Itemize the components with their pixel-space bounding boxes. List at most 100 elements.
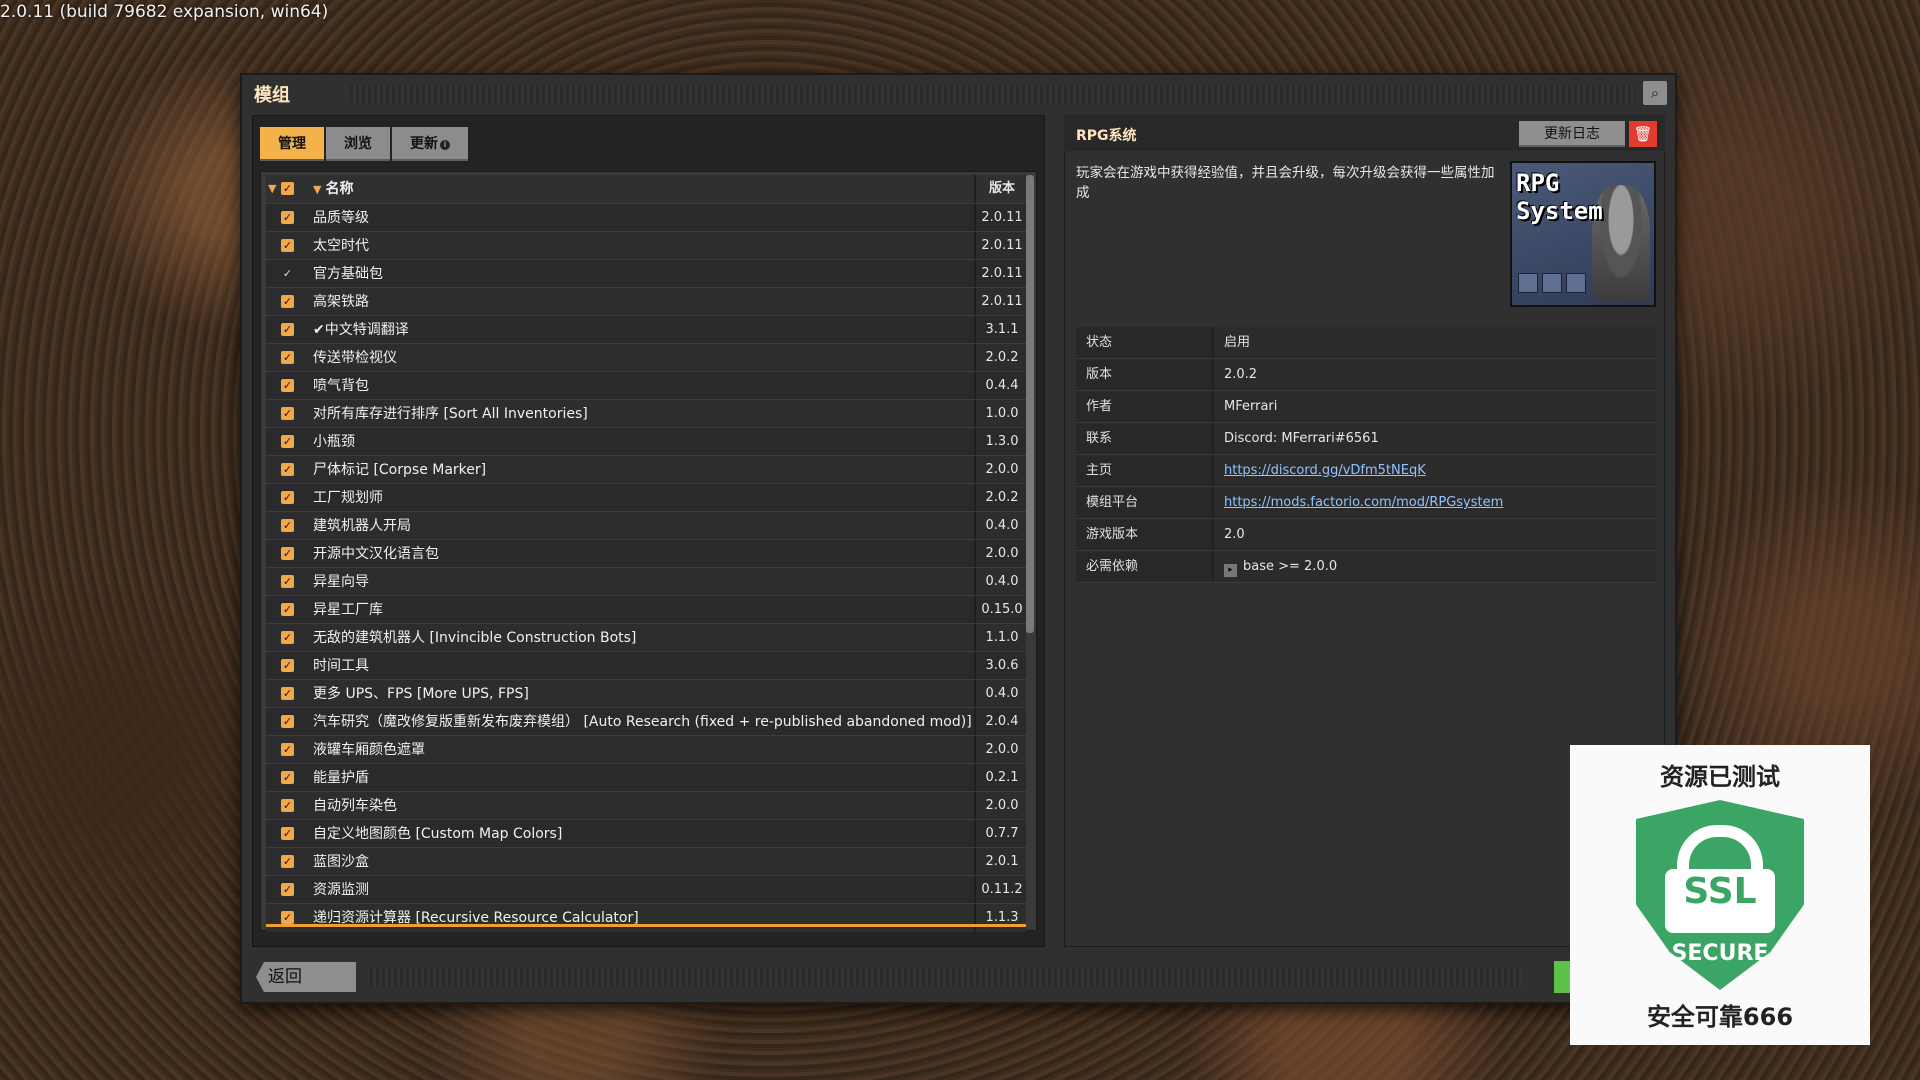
info-link[interactable]: https://mods.factorio.com/mod/RPGsystem bbox=[1224, 495, 1503, 510]
table-row[interactable]: ✓ 更多 UPS、FPS [More UPS, FPS] 0.4.0 bbox=[266, 679, 1026, 708]
list-scrollbar[interactable] bbox=[1026, 175, 1034, 633]
table-row[interactable]: ✓ 自动列车染色 2.0.0 bbox=[266, 791, 1026, 820]
mod-enabled-checkbox[interactable]: ✓ bbox=[281, 351, 294, 364]
table-row[interactable]: ✓ 高架铁路 2.0.11 bbox=[266, 287, 1026, 316]
tab-manage[interactable]: 管理 bbox=[260, 127, 324, 161]
mod-thumbnail: RPG System bbox=[1510, 161, 1656, 307]
changelog-button[interactable]: 更新日志 bbox=[1519, 121, 1625, 147]
table-row[interactable]: ✓ 品质等级 2.0.11 bbox=[266, 203, 1026, 232]
table-row[interactable]: ✓ 能量护盾 0.2.1 bbox=[266, 763, 1026, 792]
tab-browse[interactable]: 浏览 bbox=[326, 127, 390, 161]
info-value: Discord: MFerrari#6561 bbox=[1224, 431, 1379, 446]
trash-icon[interactable]: 🗑 bbox=[1629, 121, 1657, 147]
tab-bar: 管理 浏览 更新 i bbox=[260, 127, 468, 161]
mod-title: RPG系统 bbox=[1076, 128, 1137, 144]
info-key: 必需依赖 bbox=[1076, 551, 1214, 582]
window-title: 模组 bbox=[254, 85, 290, 106]
mod-enabled-checkbox[interactable]: ✓ bbox=[281, 659, 294, 672]
table-row[interactable]: ✓ 尸体标记 [Corpse Marker] 2.0.0 bbox=[266, 455, 1026, 484]
table-row[interactable]: ✓ 喷气背包 0.4.4 bbox=[266, 371, 1026, 400]
mod-version: 1.0.0 bbox=[974, 400, 1028, 428]
info-link[interactable]: https://discord.gg/vDfm5tNEqK bbox=[1224, 463, 1426, 478]
mod-enabled-checkbox[interactable]: ✓ bbox=[281, 435, 294, 448]
mod-enabled-checkbox[interactable]: ✓ bbox=[281, 295, 294, 308]
mod-enabled-checkbox[interactable]: ✓ bbox=[281, 799, 294, 812]
detail-header: RPG系统 更新日志 🗑 bbox=[1064, 115, 1665, 151]
search-icon[interactable]: ⌕ bbox=[1643, 81, 1667, 105]
table-row[interactable]: ✓ 异星工厂库 0.15.0 bbox=[266, 595, 1026, 624]
confirm-button[interactable] bbox=[1554, 961, 1570, 993]
table-row[interactable]: ✓ ✔中文特调翻译 3.1.1 bbox=[266, 315, 1026, 344]
mod-enabled-checkbox[interactable]: ✓ bbox=[281, 715, 294, 728]
table-row[interactable]: ✓ 液罐车厢颜色遮罩 2.0.0 bbox=[266, 735, 1026, 764]
mod-version: 2.0.2 bbox=[974, 484, 1028, 512]
mod-enabled-checkbox[interactable]: ✓ bbox=[281, 827, 294, 840]
table-row[interactable]: ✓ 工厂规划师 2.0.2 bbox=[266, 483, 1026, 512]
mod-name: 自定义地图颜色 [Custom Map Colors] bbox=[313, 826, 563, 842]
table-row[interactable]: ✓ 递归资源计算器 [Recursive Resource Calculator]… bbox=[266, 903, 1026, 932]
table-row[interactable]: ✓ 自定义地图颜色 [Custom Map Colors] 0.7.7 bbox=[266, 819, 1026, 848]
mod-enabled-checkbox[interactable]: ✓ bbox=[281, 491, 294, 504]
mod-enabled-checkbox[interactable]: ✓ bbox=[281, 687, 294, 700]
table-row[interactable]: ✓ 传送带检视仪 2.0.2 bbox=[266, 343, 1026, 372]
mod-enabled-checkbox[interactable]: ✓ bbox=[281, 911, 294, 924]
mod-info-table: 状态 启用 版本 2.0.2 作者 MFerrari 联系 Discord: MFerrari… bbox=[1076, 327, 1656, 583]
tab-updates[interactable]: 更新 i bbox=[392, 127, 468, 161]
table-row[interactable]: ✓ 蓝图沙盒 2.0.1 bbox=[266, 847, 1026, 876]
mod-enabled-checkbox[interactable]: ✓ bbox=[281, 883, 294, 896]
name-column-label: 名称 bbox=[325, 181, 354, 197]
version-column-header[interactable]: 版本 bbox=[974, 175, 1028, 203]
mod-enabled-checkbox[interactable]: ✓ bbox=[281, 603, 294, 616]
mod-name: ✔中文特调翻译 bbox=[313, 322, 409, 338]
mod-name: 小瓶颈 bbox=[313, 434, 355, 450]
collapse-arrow-icon[interactable]: ▼ bbox=[268, 182, 276, 195]
ssl-label: SSL bbox=[1683, 871, 1757, 912]
select-all-checkbox[interactable]: ✓ bbox=[281, 182, 294, 195]
mod-enabled-checkbox[interactable]: ✓ bbox=[281, 463, 294, 476]
mod-enabled-checkbox[interactable]: ✓ bbox=[281, 547, 294, 560]
mod-enabled-checkbox[interactable]: ✓ bbox=[281, 323, 294, 336]
mod-enabled-checkbox[interactable]: ✓ bbox=[281, 239, 294, 252]
secure-label: SECURE bbox=[1671, 941, 1769, 966]
mod-enabled-checkbox[interactable]: ✓ bbox=[281, 743, 294, 756]
mod-version: 2.0.2 bbox=[974, 344, 1028, 372]
mod-enabled-checkbox[interactable]: ✓ bbox=[281, 575, 294, 588]
mod-name: 自动列车染色 bbox=[313, 798, 397, 814]
info-row: 主页 https://discord.gg/vDfm5tNEqK bbox=[1076, 455, 1656, 487]
mod-name: 传送带检视仪 bbox=[313, 350, 397, 366]
info-row: 游戏版本 2.0 bbox=[1076, 519, 1656, 551]
back-button[interactable]: 返回 bbox=[256, 962, 356, 992]
table-row[interactable]: ✓ 小瓶颈 1.3.0 bbox=[266, 427, 1026, 456]
mod-enabled-checkbox[interactable]: ✓ bbox=[281, 771, 294, 784]
mod-enabled-checkbox[interactable]: ✓ bbox=[281, 855, 294, 868]
mod-name: 汽车研究（魔改修复版重新发布废弃模组） [Auto Research (fixe… bbox=[313, 714, 972, 730]
mod-enabled-checkbox[interactable]: ✓ bbox=[281, 631, 294, 644]
titlebar-drag-handle[interactable] bbox=[350, 85, 1635, 103]
mod-enabled-checkbox[interactable]: ✓ bbox=[281, 407, 294, 420]
mod-version: 1.1.3 bbox=[974, 904, 1028, 932]
table-row[interactable]: ✓ 开源中文汉化语言包 2.0.0 bbox=[266, 539, 1026, 568]
mod-enabled-checkbox[interactable]: ✓ bbox=[281, 211, 294, 224]
info-value: https://mods.factorio.com/mod/RPGsystem bbox=[1214, 487, 1656, 518]
dependency-icon[interactable]: ▸ bbox=[1224, 564, 1237, 577]
mod-enabled-checkbox[interactable]: ✓ bbox=[281, 519, 294, 532]
ssl-watermark-card: 资源已测试 SSL SECURE 安全可靠666 bbox=[1570, 745, 1870, 1045]
info-value: 启用 bbox=[1224, 335, 1251, 350]
table-row[interactable]: ✓ 建筑机器人开局 0.4.0 bbox=[266, 511, 1026, 540]
info-key: 作者 bbox=[1076, 391, 1214, 422]
table-row[interactable]: ✓ 异星向导 0.4.0 bbox=[266, 567, 1026, 596]
mod-version: 2.0.0 bbox=[974, 456, 1028, 484]
table-row[interactable]: ✓ 官方基础包 2.0.11 bbox=[266, 259, 1026, 288]
info-key: 版本 bbox=[1076, 359, 1214, 390]
mod-enabled-checkbox[interactable]: ✓ bbox=[281, 379, 294, 392]
table-row[interactable]: ✓ 无敌的建筑机器人 [Invincible Construction Bots]… bbox=[266, 623, 1026, 652]
table-row[interactable]: ✓ 时间工具 3.0.6 bbox=[266, 651, 1026, 680]
name-column-header[interactable]: ▼ 名称 bbox=[313, 175, 983, 203]
table-row[interactable]: ✓ 太空时代 2.0.11 bbox=[266, 231, 1026, 260]
mod-name: 无敌的建筑机器人 [Invincible Construction Bots] bbox=[313, 630, 637, 646]
tab-manage-label: 管理 bbox=[278, 136, 306, 152]
table-row[interactable]: ✓ 资源监测 0.11.2 bbox=[266, 875, 1026, 904]
table-row[interactable]: ✓ 对所有库存进行排序 [Sort All Inventories] 1.0.0 bbox=[266, 399, 1026, 428]
mod-description: 玩家会在游戏中获得经验值，并且会升级，每次升级会获得一些属性加成 bbox=[1076, 165, 1495, 201]
table-row[interactable]: ✓ 汽车研究（魔改修复版重新发布废弃模组） [Auto Research (fix… bbox=[266, 707, 1026, 736]
